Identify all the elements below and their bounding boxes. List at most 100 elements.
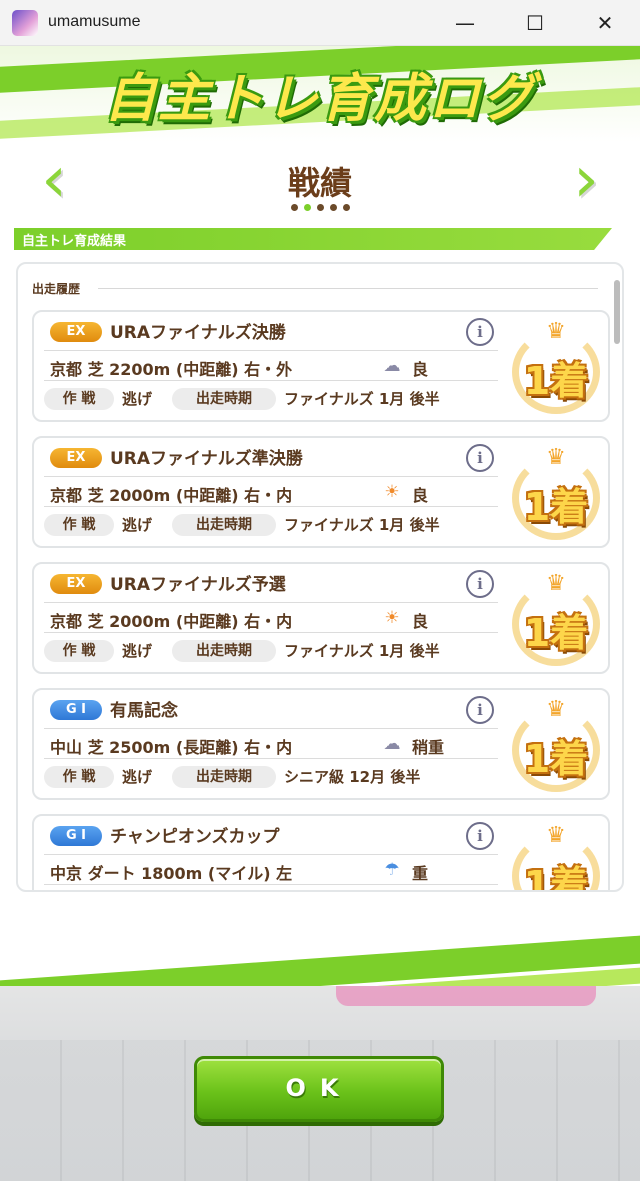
result-section-bar: 自主トレ育成結果 [14, 228, 612, 250]
heading-divider [98, 288, 598, 289]
window-titlebar: umamusume — ☐ ✕ [0, 0, 640, 46]
strategy-tag: 作 戦 [44, 388, 114, 410]
ground-condition: 良 [412, 486, 429, 505]
strategy-tag: 作 戦 [44, 640, 114, 662]
grade-badge: EX [50, 574, 102, 594]
minimize-button[interactable]: — [430, 0, 500, 46]
ground-condition: 良 [412, 612, 429, 631]
training-log-panel: 自主トレ育成ログ ‹ 戦績 › 自主トレ育成結果 出走履歴 EX URAファイナル… [0, 46, 640, 986]
period-tag: 出走時期 [172, 766, 276, 788]
grade-badge: EX [50, 448, 102, 468]
place-result: 1着 [523, 737, 589, 781]
ground-condition: 稍重 [412, 738, 445, 757]
sunny-icon: ☀ [384, 608, 400, 628]
result-section-label: 自主トレ育成結果 [22, 234, 127, 249]
rainy-icon: ☂ [384, 860, 400, 880]
ok-button[interactable]: OK [194, 1056, 444, 1122]
card-divider [44, 758, 498, 759]
grade-badge: EX [50, 322, 102, 342]
card-divider [44, 350, 498, 351]
race-card[interactable]: G I 有馬記念 i 中山 芝 2500m (長距離) 右・内 ☁ 稍重作 戦逃げ 出走時期… [32, 688, 610, 800]
close-button[interactable]: ✕ [570, 0, 640, 46]
race-course: 京都 芝 2000m (中距離) 右・内 [50, 612, 293, 631]
page-dot [316, 204, 324, 211]
place-result: 1着 [523, 863, 589, 892]
race-name: 有馬記念 [110, 701, 178, 721]
first-place-medal: ♛ 1着 [506, 320, 606, 416]
period-tag: 出走時期 [172, 514, 276, 536]
section-title: 戦績 [287, 164, 352, 202]
first-place-medal: ♛ 1着 [506, 446, 606, 542]
race-card[interactable]: EX URAファイナルズ準決勝 i 京都 芝 2000m (中距離) 右・内 ☀ 良作 戦… [32, 436, 610, 548]
period-tag: 出走時期 [172, 640, 276, 662]
scrollbar-thumb[interactable] [614, 280, 620, 344]
crown-icon: ♛ [546, 319, 566, 344]
race-history-heading: 出走履歴 [32, 282, 81, 296]
first-place-medal: ♛ 1着 [506, 823, 606, 892]
grade-badge: G I [50, 826, 102, 846]
card-divider [44, 602, 498, 603]
card-divider [44, 728, 498, 729]
period-tag: 出走時期 [172, 388, 276, 410]
race-card[interactable]: EX URAファイナルズ決勝 i 京都 芝 2200m (中距離) 右・外 ☁ 良作 戦逃… [32, 310, 610, 422]
card-divider [44, 854, 498, 855]
info-icon[interactable]: i [466, 318, 494, 346]
ground-condition: 良 [412, 360, 429, 379]
race-name: チャンピオンズカップ [110, 827, 280, 847]
info-icon[interactable]: i [466, 696, 494, 724]
page-indicator [0, 204, 640, 211]
info-icon[interactable]: i [466, 444, 494, 472]
page-dot [290, 204, 298, 211]
period-value: ファイナルズ 1月 後半 [284, 390, 440, 408]
race-course: 中山 芝 2500m (長距離) 右・内 [50, 738, 293, 757]
page-title: 自主トレ育成ログ [103, 69, 536, 129]
race-card[interactable]: EX URAファイナルズ予選 i 京都 芝 2000m (中距離) 右・内 ☀ 良作 戦逃… [32, 562, 610, 674]
race-card[interactable]: G Iチャンピオンズカップi中京 ダート 1800m (マイル) 左☂重作 戦逃… [32, 814, 610, 892]
period-value: ファイナルズ 1月 後半 [284, 642, 440, 660]
window-title: umamusume [48, 13, 141, 30]
race-course: 中京 ダート 1800m (マイル) 左 [50, 864, 293, 883]
crown-icon: ♛ [546, 571, 566, 596]
cloudy-icon: ☁ [383, 356, 401, 376]
crown-icon: ♛ [546, 445, 566, 470]
ground-condition: 重 [412, 864, 429, 883]
strategy-value: 逃げ [122, 768, 153, 786]
page-dot [329, 204, 337, 211]
crown-icon: ♛ [546, 823, 566, 848]
place-result: 1着 [523, 485, 589, 529]
first-place-medal: ♛ 1着 [506, 572, 606, 668]
place-result: 1着 [523, 359, 589, 403]
race-name: URAファイナルズ準決勝 [110, 449, 303, 469]
place-result: 1着 [523, 611, 589, 655]
grade-badge: G I [50, 700, 102, 720]
race-course: 京都 芝 2000m (中距離) 右・内 [50, 486, 293, 505]
strategy-value: 逃げ [122, 516, 153, 534]
race-history-list[interactable]: 出走履歴 EX URAファイナルズ決勝 i 京都 芝 2200m (中距離) 右・外 ☁… [16, 262, 624, 892]
cloudy-icon: ☁ [383, 734, 401, 754]
crown-icon: ♛ [546, 697, 566, 722]
scrollbar[interactable] [614, 280, 620, 880]
first-place-medal: ♛ 1着 [506, 698, 606, 794]
info-icon[interactable]: i [466, 570, 494, 598]
strategy-tag: 作 戦 [44, 514, 114, 536]
card-divider [44, 506, 498, 507]
strategy-value: 逃げ [122, 642, 153, 660]
app-icon [12, 10, 38, 36]
info-icon[interactable]: i [466, 822, 494, 850]
page-dot [303, 204, 311, 211]
card-divider [44, 632, 498, 633]
card-divider [44, 884, 498, 885]
sunny-icon: ☀ [384, 482, 400, 502]
strategy-tag: 作 戦 [44, 766, 114, 788]
period-value: シニア級 12月 後半 [284, 768, 421, 786]
next-page-arrow-icon[interactable]: › [566, 148, 606, 212]
card-divider [44, 476, 498, 477]
maximize-button[interactable]: ☐ [500, 0, 570, 46]
race-name: URAファイナルズ決勝 [110, 323, 286, 343]
period-value: ファイナルズ 1月 後半 [284, 516, 440, 534]
strategy-value: 逃げ [122, 390, 153, 408]
page-dot [342, 204, 350, 211]
race-course: 京都 芝 2200m (中距離) 右・外 [50, 360, 293, 379]
card-divider [44, 380, 498, 381]
race-name: URAファイナルズ予選 [110, 575, 286, 595]
